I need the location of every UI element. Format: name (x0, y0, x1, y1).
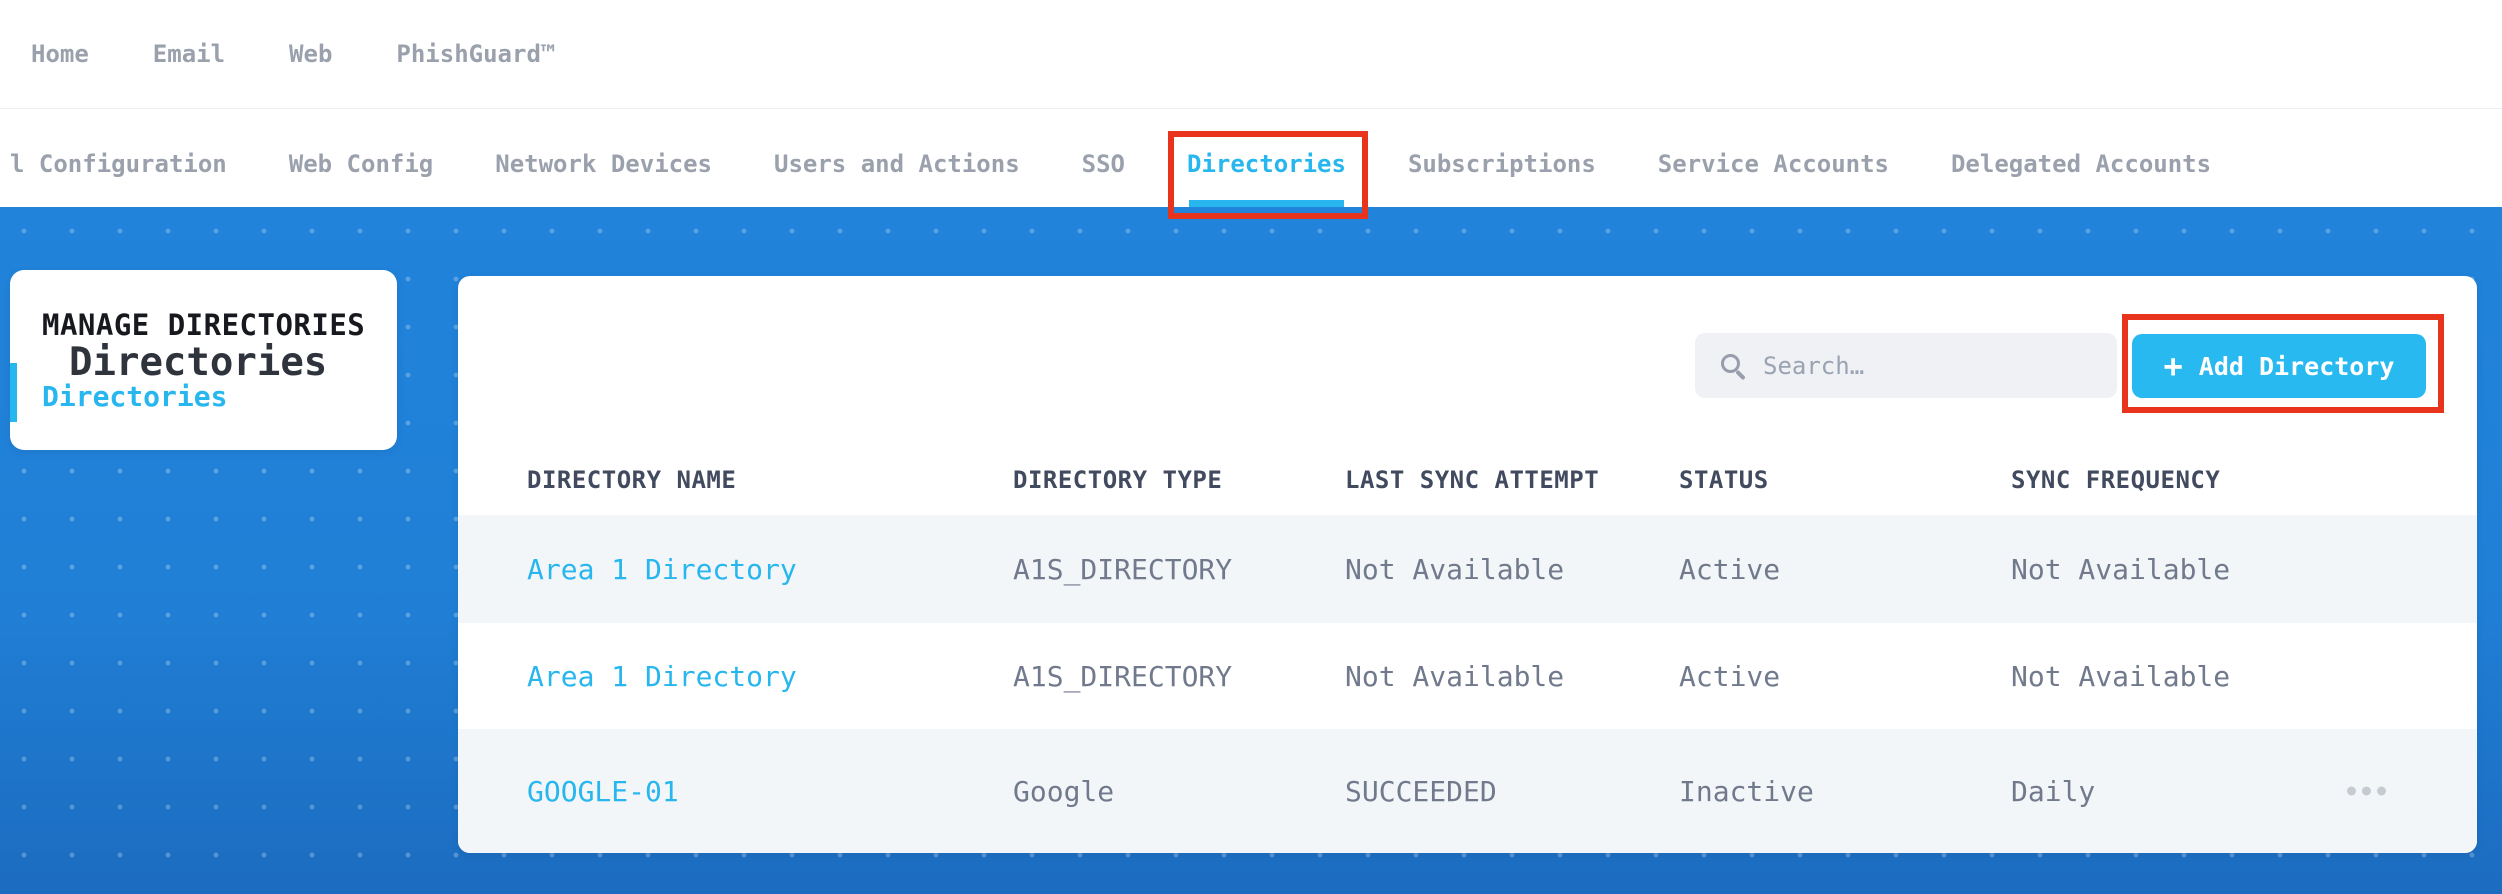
top-nav-item-phishguard[interactable]: PhishGuard™ (396, 40, 555, 68)
sidebar-active-indicator (10, 363, 17, 422)
last-sync-attempt-cell: Not Available (1345, 659, 1565, 693)
sync-frequency-cell: Not Available (2011, 659, 2231, 693)
top-nav-item-home[interactable]: Home (31, 40, 89, 68)
column-header-directory-name: DIRECTORY NAME (527, 466, 737, 494)
status-cell: Active (1679, 552, 1781, 586)
table-row: GOOGLE-01 Google SUCCEEDED Inactive Dail… (458, 729, 2477, 853)
page-title: Directories (69, 340, 328, 385)
directory-name-link[interactable]: Area 1 Directory (527, 553, 1013, 586)
sub-nav-item-directories[interactable]: Directories (1187, 150, 1346, 178)
table-row: Area 1 Directory A1S_DIRECTORY Not Avail… (458, 515, 2477, 623)
plus-icon: + (2163, 347, 2183, 385)
sync-frequency-cell: Not Available (2011, 552, 2231, 586)
top-nav-item-web[interactable]: Web (289, 40, 332, 68)
add-directory-label: Add Directory (2198, 351, 2395, 381)
sub-nav-item-sso[interactable]: SSO (1082, 150, 1125, 178)
table-row: Area 1 Directory A1S_DIRECTORY Not Avail… (458, 623, 2477, 729)
directories-search-input[interactable] (1763, 351, 2117, 380)
sub-nav-item-service-accounts[interactable]: Service Accounts (1658, 150, 1889, 178)
status-cell: Inactive (1679, 774, 1814, 808)
column-header-last-sync-attempt: LAST SYNC ATTEMPT (1345, 466, 1600, 494)
directory-type-cell: Google (1013, 774, 1115, 808)
table-header-row: DIRECTORY NAME DIRECTORY TYPE LAST SYNC … (458, 458, 2477, 502)
sub-nav-item-email-configuration[interactable]: l Configuration (10, 150, 227, 178)
directories-search[interactable] (1695, 333, 2117, 398)
directory-name-link[interactable]: GOOGLE-01 (527, 775, 1013, 808)
column-header-sync-frequency: SYNC FREQUENCY (2011, 466, 2221, 494)
sub-nav-item-network-devices[interactable]: Network Devices (495, 150, 712, 178)
sub-nav-item-subscriptions[interactable]: Subscriptions (1408, 150, 1596, 178)
top-nav-item-email[interactable]: Email (153, 40, 225, 68)
add-directory-button[interactable]: + Add Directory (2132, 334, 2426, 398)
last-sync-attempt-cell: SUCCEEDED (1345, 774, 1497, 808)
sub-nav-item-web-config[interactable]: Web Config (289, 150, 434, 178)
row-ellipsis-menu-icon[interactable] (2341, 781, 2392, 802)
search-icon (1721, 353, 1746, 380)
directory-name-link[interactable]: Area 1 Directory (527, 660, 1013, 693)
settings-sub-nav: l Configuration Web Config Network Devic… (0, 108, 2502, 207)
column-header-directory-type: DIRECTORY TYPE (1013, 466, 1223, 494)
sub-nav-item-users-and-actions[interactable]: Users and Actions (774, 150, 1020, 178)
last-sync-attempt-cell: Not Available (1345, 552, 1565, 586)
sync-frequency-cell: Daily (2011, 774, 2096, 808)
top-nav: Home Email Web PhishGuard™ (0, 0, 2502, 108)
status-cell: Active (1679, 659, 1781, 693)
sub-nav-item-delegated-accounts[interactable]: Delegated Accounts (1951, 150, 2211, 178)
active-tab-underline (1189, 200, 1344, 207)
sidebar-title: MANAGE DIRECTORIES (42, 308, 366, 342)
directory-type-cell: A1S_DIRECTORY (1013, 552, 1233, 586)
column-header-status: STATUS (1679, 466, 1769, 494)
directory-type-cell: A1S_DIRECTORY (1013, 659, 1233, 693)
